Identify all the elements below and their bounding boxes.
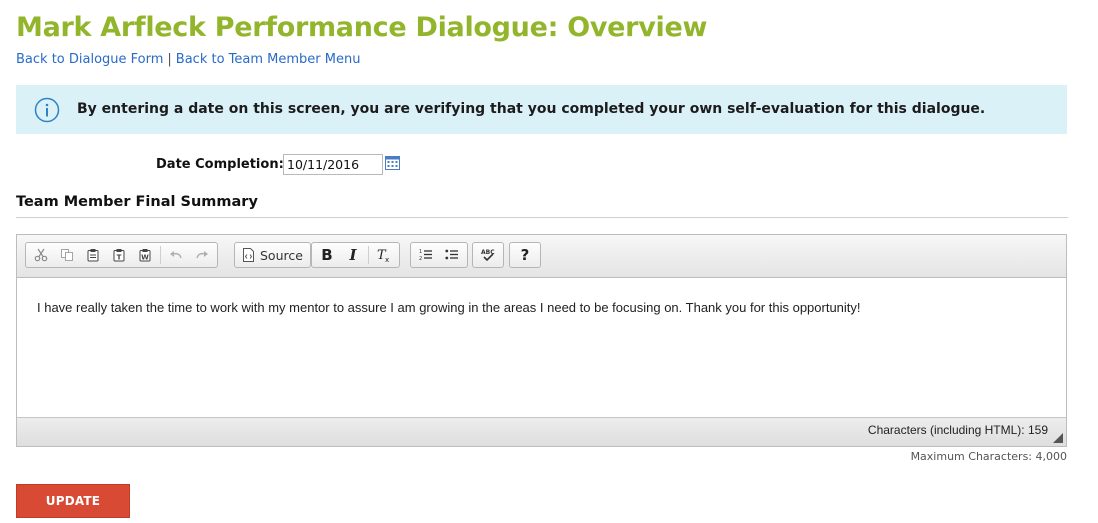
paste-word-icon: W [139, 249, 151, 262]
spellcheck-icon: ABC [481, 249, 495, 262]
italic-icon: I [349, 246, 357, 264]
info-icon [34, 97, 60, 123]
undo-button[interactable] [163, 244, 189, 266]
copy-button[interactable] [54, 244, 80, 266]
svg-text:1: 1 [419, 249, 422, 255]
update-button[interactable]: UPDATE [16, 484, 130, 518]
help-button[interactable]: ? [512, 244, 538, 266]
numbered-list-icon: 1 2 [419, 249, 432, 262]
svg-text:x: x [385, 256, 389, 263]
page-title: Mark Arfleck Performance Dialogue: Overv… [16, 12, 708, 43]
rich-text-editor: T W Source B I T x 1 2 ABC ? I have real… [16, 234, 1067, 447]
source-button[interactable]: Source [237, 244, 308, 266]
source-button-label: Source [260, 247, 303, 263]
toolbar-group-source: Source [234, 242, 311, 268]
toolbar-group-clipboard: T W [25, 242, 218, 268]
undo-icon [170, 251, 182, 259]
breadcrumb-separator: | [167, 52, 172, 67]
source-icon [243, 248, 254, 262]
editor-content-area[interactable]: I have really taken the time to work wit… [17, 278, 1066, 418]
character-count: Characters (including HTML): 159 [867, 423, 1048, 437]
redo-button[interactable] [189, 244, 215, 266]
bold-icon: B [321, 246, 333, 264]
remove-format-icon: T x [377, 248, 389, 263]
help-icon: ? [520, 246, 530, 264]
breadcrumb: Back to Dialogue Form | Back to Team Membe… [16, 52, 360, 67]
section-divider [16, 217, 1068, 218]
svg-text:T: T [117, 254, 122, 262]
team-member-final-summary-title: Team Member Final Summary [16, 194, 258, 210]
paste-button[interactable] [80, 244, 106, 266]
info-banner: By entering a date on this screen, you a… [16, 85, 1067, 134]
svg-text:W: W [141, 254, 149, 262]
toolbar-group-spellcheck: ABC [472, 242, 504, 268]
bulleted-list-button[interactable] [439, 244, 465, 266]
redo-icon [196, 251, 208, 259]
bulleted-list-icon [445, 249, 458, 260]
toolbar-separator [160, 246, 161, 264]
spellcheck-button[interactable]: ABC [475, 244, 501, 266]
calendar-icon[interactable] [385, 155, 400, 170]
cut-button[interactable] [28, 244, 54, 266]
remove-format-button[interactable]: T x [371, 244, 397, 266]
maximum-characters-label: Maximum Characters: 4,000 [910, 450, 1067, 463]
paste-word-button[interactable]: W [132, 244, 158, 266]
editor-status-bar: Characters (including HTML): 159 [17, 417, 1066, 446]
numbered-list-button[interactable]: 1 2 [413, 244, 439, 266]
paste-icon [87, 249, 99, 262]
paste-text-icon: T [113, 249, 125, 262]
back-to-dialogue-form-link[interactable]: Back to Dialogue Form [16, 52, 163, 67]
date-completion-input[interactable] [283, 154, 383, 175]
back-to-team-member-menu-link[interactable]: Back to Team Member Menu [176, 52, 361, 67]
svg-text:2: 2 [419, 256, 422, 262]
toolbar-group-help: ? [509, 242, 541, 268]
copy-icon [61, 249, 73, 261]
toolbar-group-format: B I T x [311, 242, 400, 268]
editor-toolbar: T W Source B I T x 1 2 ABC ? [17, 235, 1066, 278]
resize-handle-icon[interactable] [1053, 433, 1063, 443]
toolbar-group-lists: 1 2 [410, 242, 468, 268]
editor-content-text[interactable]: I have really taken the time to work wit… [37, 300, 861, 315]
bold-button[interactable]: B [314, 244, 340, 266]
toolbar-separator [368, 246, 369, 264]
paste-text-button[interactable]: T [106, 244, 132, 266]
italic-button[interactable]: I [340, 244, 366, 266]
date-completion-label: Date Completion: [156, 157, 284, 172]
info-banner-text: By entering a date on this screen, you a… [77, 101, 986, 117]
cut-icon [34, 248, 48, 262]
